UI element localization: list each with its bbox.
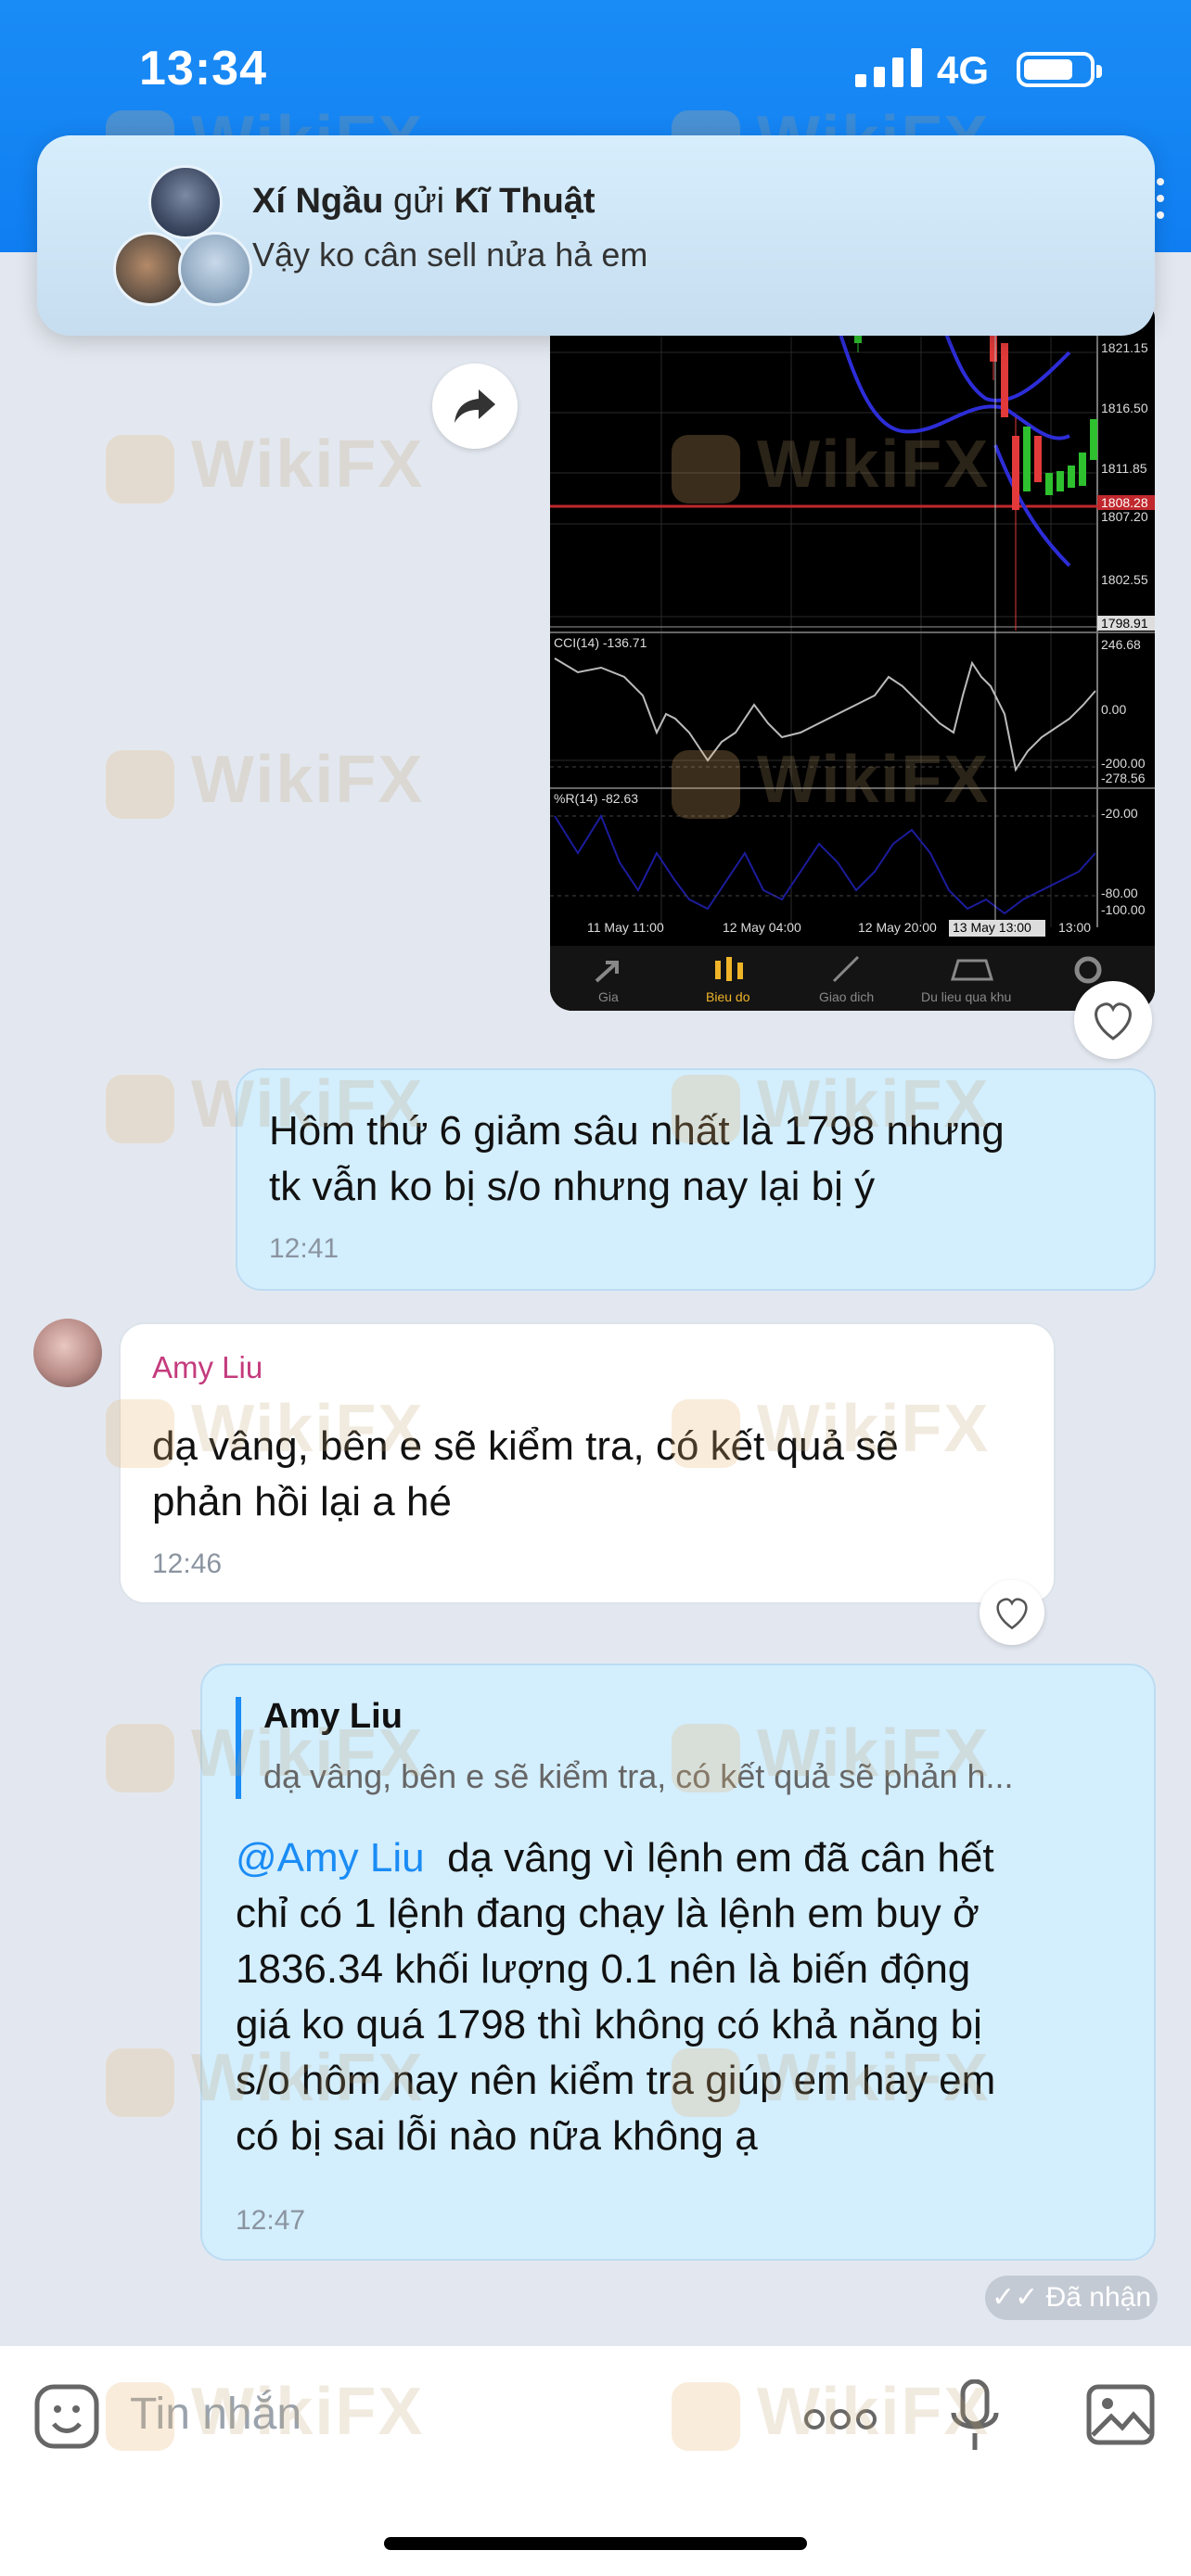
price-label: 1802.55 [1101,572,1148,587]
chart-image[interactable]: 1821.15 1816.50 1811.85 1808.28 1807.20 … [550,297,1155,1011]
price-label: 1798.91 [1101,616,1148,631]
watermark-logo: WikiFX [672,427,990,504]
wr-level: -80.00 [1101,886,1138,900]
received-status-badge: ✓✓ Đã nhận [985,2276,1158,2320]
avatar [113,232,187,306]
watermark-logo: WikiFX [672,742,990,819]
avatar [178,232,252,306]
watermark-logo: WikiFX [106,1391,424,1468]
home-indicator [384,2537,807,2550]
reaction-button[interactable] [1074,981,1152,1059]
cci-level: 0.00 [1101,702,1126,717]
chart-tab: Bieu do [706,989,750,1004]
wr-level: -100.00 [1101,902,1146,917]
avatar[interactable] [33,1319,102,1387]
cellular-signal-icon [855,48,922,87]
notification-title: Xí Ngầu gửi Kĩ Thuật [252,182,596,222]
cci-level: -278.56 [1101,771,1146,785]
price-label: 1808.28 [1101,495,1148,510]
watermark-logo: WikiFX [106,742,424,819]
time-label: 12 May 20:00 [858,920,937,935]
watermark-logo: WikiFX [106,1066,424,1143]
chart-tab: Du lieu qua khu [921,989,1011,1004]
price-label: 1811.85 [1101,461,1147,476]
notification-group: Kĩ Thuật [454,182,596,221]
time-label: 11 May 11:00 [587,920,664,935]
watermark-logo: WikiFX [106,2374,424,2451]
image-icon[interactable] [1085,2383,1156,2446]
network-type: 4G [937,48,990,92]
watermark-logo: WikiFX [106,2040,424,2117]
avatar [148,165,223,239]
clock: 13:34 [139,42,267,96]
more-options-icon[interactable] [1156,176,1165,221]
mention-link[interactable]: @Amy Liu [236,1835,425,1881]
price-label: 1816.50 [1101,401,1148,415]
message-time: 12:47 [236,2205,306,2236]
cci-level: 246.68 [1101,637,1141,652]
message-time: 12:41 [269,1233,339,1264]
group-avatar [76,165,252,310]
reaction-button[interactable] [980,1580,1044,1645]
wr-level: -20.00 [1101,806,1138,821]
time-label: 12 May 04:00 [723,920,801,935]
watermark-logo: WikiFX [672,2040,990,2117]
message-time: 12:46 [152,1549,223,1579]
price-label: 1821.15 [1101,340,1148,355]
watermark-logo: WikiFX [672,1715,990,1792]
notification-sender: Xí Ngầu [252,182,384,221]
wr-label: %R(14) -82.63 [554,791,638,806]
battery-icon [1017,52,1102,87]
watermark-logo: WikiFX [672,2374,990,2451]
time-label: 13:00 [1058,920,1091,935]
sender-name: Amy Liu [152,1350,263,1384]
watermark-logo: WikiFX [106,1715,424,1792]
cci-level: -200.00 [1101,756,1146,771]
watermark-logo: WikiFX [106,427,424,504]
heart-icon [1095,1002,1132,1040]
cci-label: CCI(14) -136.71 [554,635,647,650]
time-label: 13 May 13:00 [953,920,1031,935]
price-label: 1807.20 [1101,509,1148,524]
heart-icon [996,1598,1028,1630]
chart-tab: Gia [598,989,619,1004]
watermark-logo: WikiFX [672,1391,990,1468]
double-check-icon: ✓✓ [991,2282,1039,2313]
share-arrow-icon [455,389,495,423]
sticker-icon[interactable] [33,2383,100,2450]
chart-tab: Giao dich [819,989,874,1004]
watermark-logo: WikiFX [672,1066,990,1143]
notification-verb: gửi [383,182,455,221]
notification-text: Vậy ko cân sell nửa hả em [252,236,648,274]
notification-banner[interactable]: Xí Ngầu gửi Kĩ Thuật Vậy ko cân sell nửa… [37,135,1155,336]
forward-button[interactable] [432,363,518,449]
